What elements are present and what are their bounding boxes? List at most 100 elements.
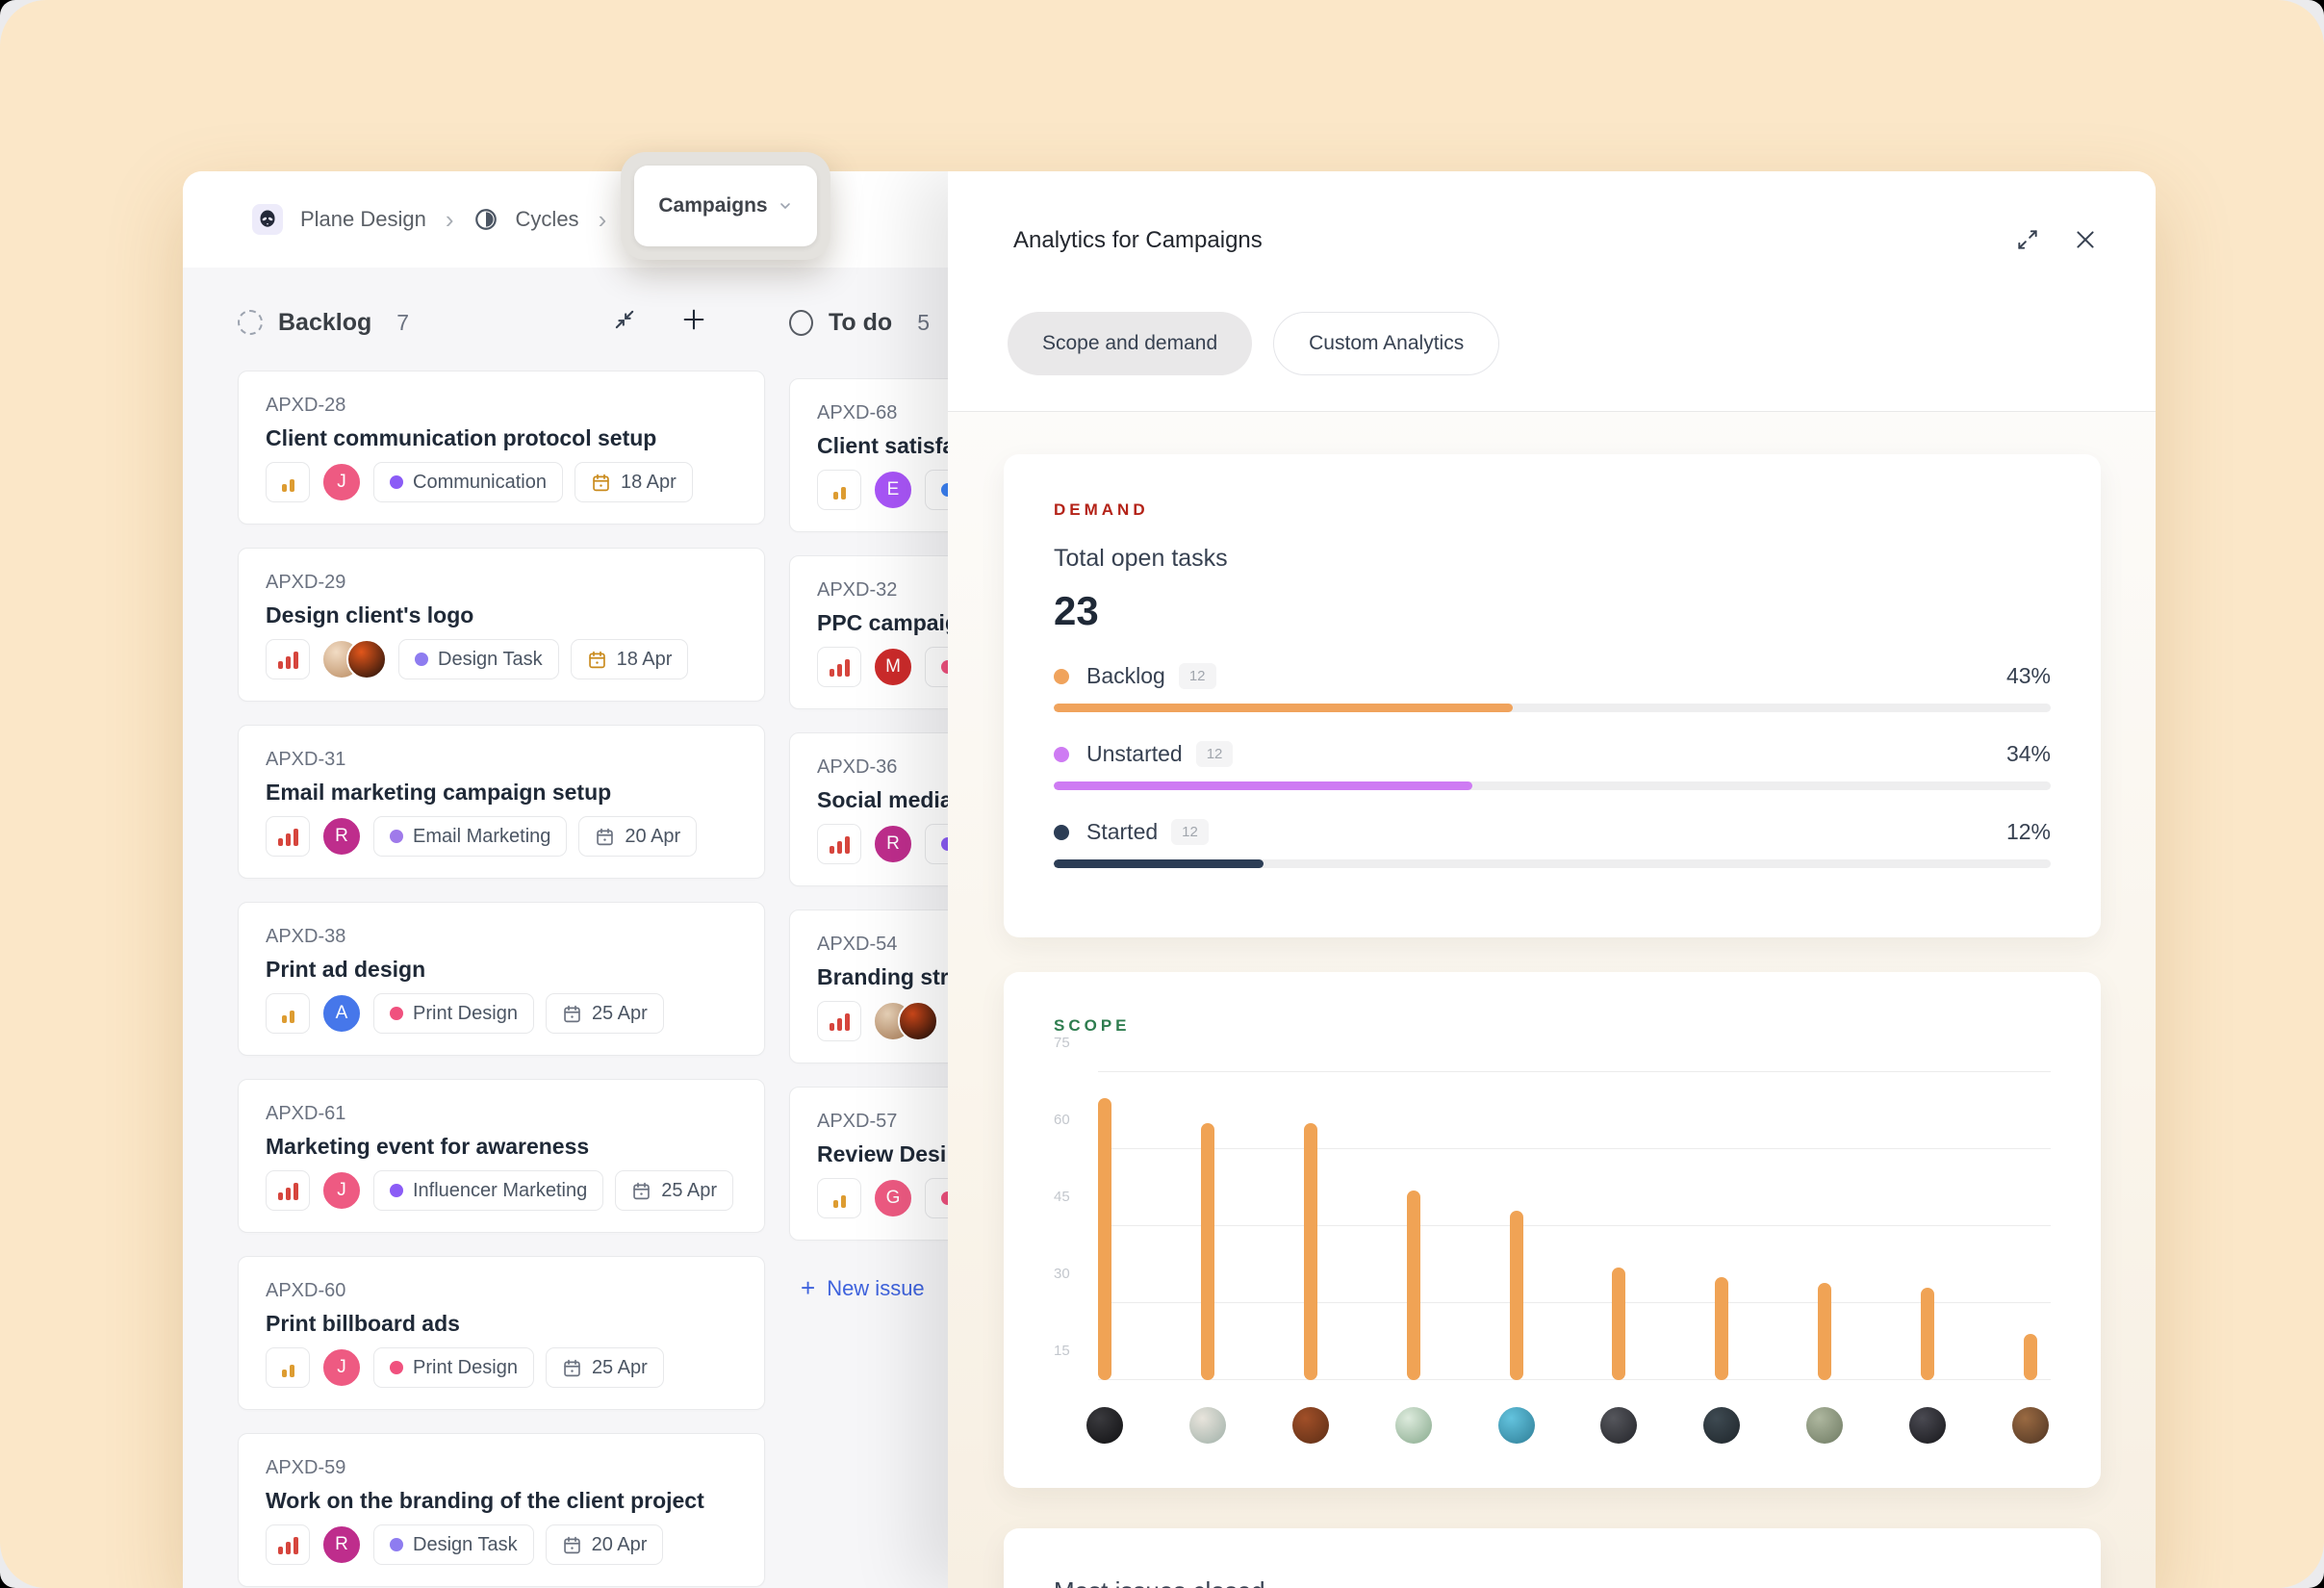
priority-icon: [282, 1004, 294, 1023]
scope-bar: [1304, 1123, 1317, 1380]
assignee-avatars[interactable]: E: [873, 470, 913, 510]
label-chip[interactable]: Communication: [373, 462, 563, 502]
assignee-avatars[interactable]: R: [321, 816, 362, 857]
demand-subtitle: Total open tasks: [1054, 545, 2051, 573]
progress-track: [1054, 859, 2051, 868]
calendar-icon: [562, 1535, 582, 1555]
member-avatar: [1806, 1407, 1843, 1444]
label-chip[interactable]: Design Task: [373, 1524, 534, 1565]
due-date-chip[interactable]: 18 Apr: [571, 639, 689, 679]
priority-chip[interactable]: [817, 824, 861, 864]
label-text: Design Task: [413, 1534, 518, 1556]
due-date-text: 25 Apr: [592, 1003, 648, 1025]
breadcrumb-cycles[interactable]: Cycles: [516, 207, 579, 232]
tab-scope-and-demand[interactable]: Scope and demand: [1008, 312, 1252, 375]
collapse-column-icon[interactable]: [611, 306, 638, 333]
assignee-avatars[interactable]: J: [321, 1347, 362, 1388]
assignee-avatars[interactable]: A: [321, 993, 362, 1034]
chart-gridline: [1098, 1225, 2051, 1226]
due-date-text: 20 Apr: [592, 1534, 648, 1556]
priority-chip[interactable]: [266, 1170, 310, 1211]
issue-card[interactable]: APXD-61 Marketing event for awareness J …: [238, 1079, 765, 1233]
priority-chip[interactable]: [266, 1347, 310, 1388]
priority-chip[interactable]: [817, 1178, 861, 1218]
most-issues-title: Most issues closed: [1054, 1576, 2051, 1588]
demand-row-percent: 12%: [2006, 819, 2051, 845]
chart-gridline: [1098, 1148, 2051, 1149]
breadcrumb-workspace[interactable]: Plane Design: [300, 207, 426, 232]
label-chip[interactable]: Email Marketing: [373, 816, 567, 857]
due-date-chip[interactable]: 25 Apr: [615, 1170, 733, 1211]
priority-chip[interactable]: [266, 993, 310, 1034]
assignee-avatars[interactable]: J: [321, 1170, 362, 1211]
demand-row-label: Unstarted: [1086, 741, 1183, 767]
assignee-avatars[interactable]: R: [321, 1524, 362, 1565]
issue-chips: R Design Task 20 Apr: [266, 1524, 737, 1565]
screenshot-stage: Plane Design › Cycles › Backlog: [0, 0, 2324, 1588]
assignee-avatar: R: [873, 824, 913, 864]
column-count: 5: [917, 310, 930, 336]
label-chip[interactable]: Influencer Marketing: [373, 1170, 603, 1211]
priority-chip[interactable]: [266, 1524, 310, 1565]
issue-card[interactable]: APXD-29 Design client's logo Design Task: [238, 548, 765, 702]
tab-custom-analytics[interactable]: Custom Analytics: [1273, 312, 1499, 375]
demand-row-percent: 43%: [2006, 663, 2051, 689]
assignee-avatars[interactable]: M: [873, 647, 913, 687]
priority-chip[interactable]: [266, 816, 310, 857]
y-axis-tick-label: 45: [1054, 1189, 1088, 1205]
assignee-avatars[interactable]: [321, 639, 387, 679]
issue-card[interactable]: APXD-59 Work on the branding of the clie…: [238, 1433, 765, 1587]
issue-card[interactable]: APXD-31 Email marketing campaign setup R…: [238, 725, 765, 879]
y-axis-tick-label: 75: [1054, 1035, 1088, 1051]
priority-icon: [830, 1012, 850, 1031]
issue-title: Client communication protocol setup: [266, 425, 737, 451]
issue-chips: J Print Design 25 Apr: [266, 1347, 737, 1388]
priority-chip[interactable]: [266, 639, 310, 679]
label-chip[interactable]: Print Design: [373, 993, 534, 1034]
analytics-panel: Analytics for Campaigns: [948, 171, 2156, 1588]
priority-icon: [278, 650, 298, 669]
issue-id: APXD-38: [266, 926, 737, 948]
analytics-body: DEMAND Total open tasks 23 Backlog 12 43…: [948, 412, 2156, 1588]
due-date-chip[interactable]: 20 Apr: [578, 816, 697, 857]
scope-bar: [1407, 1191, 1420, 1380]
assignee-avatars[interactable]: G: [873, 1178, 913, 1218]
priority-icon: [278, 1181, 298, 1200]
assignee-avatars[interactable]: R: [873, 824, 913, 864]
due-date-chip[interactable]: 20 Apr: [546, 1524, 664, 1565]
priority-chip[interactable]: [817, 647, 861, 687]
issue-card[interactable]: APXD-38 Print ad design A Print Design: [238, 902, 765, 1056]
add-issue-icon[interactable]: [680, 306, 707, 333]
new-issue-button[interactable]: + New issue: [801, 1273, 925, 1303]
issue-title: Work on the branding of the client proje…: [266, 1488, 737, 1514]
workspace-logo-alien-icon[interactable]: [252, 204, 283, 235]
priority-chip[interactable]: [266, 462, 310, 502]
issue-title: Print ad design: [266, 957, 737, 983]
scope-chart-avatars: [1098, 1407, 2051, 1446]
backlog-dot: [1054, 669, 1069, 684]
member-avatar: [1086, 1407, 1123, 1444]
label-chip[interactable]: Design Task: [398, 639, 559, 679]
issue-card[interactable]: APXD-28 Client communication protocol se…: [238, 371, 765, 525]
y-axis-tick-label: 15: [1054, 1343, 1088, 1359]
breadcrumb-separator-icon: ›: [597, 207, 609, 232]
due-date-chip[interactable]: 25 Apr: [546, 993, 664, 1034]
issue-card[interactable]: APXD-60 Print billboard ads J Print Desi…: [238, 1256, 765, 1410]
priority-chip[interactable]: [817, 470, 861, 510]
label-chip[interactable]: Print Design: [373, 1347, 534, 1388]
due-date-chip[interactable]: 25 Apr: [546, 1347, 664, 1388]
expand-icon[interactable]: [2015, 227, 2040, 252]
assignee-avatars[interactable]: J: [321, 462, 362, 502]
member-avatar: [1600, 1407, 1637, 1444]
unstarted-dot: [1054, 747, 1069, 762]
due-date-chip[interactable]: 18 Apr: [575, 462, 693, 502]
priority-chip[interactable]: [817, 1001, 861, 1041]
assignee-avatar: G: [873, 1178, 913, 1218]
label-text: Design Task: [438, 649, 543, 671]
issue-id: APXD-29: [266, 572, 737, 594]
todo-state-icon: [789, 310, 813, 336]
assignee-avatars[interactable]: [873, 1001, 938, 1041]
campaigns-dropdown-button[interactable]: Campaigns: [634, 166, 817, 246]
demand-heading: DEMAND: [1054, 500, 2051, 520]
close-icon[interactable]: [2073, 227, 2098, 252]
